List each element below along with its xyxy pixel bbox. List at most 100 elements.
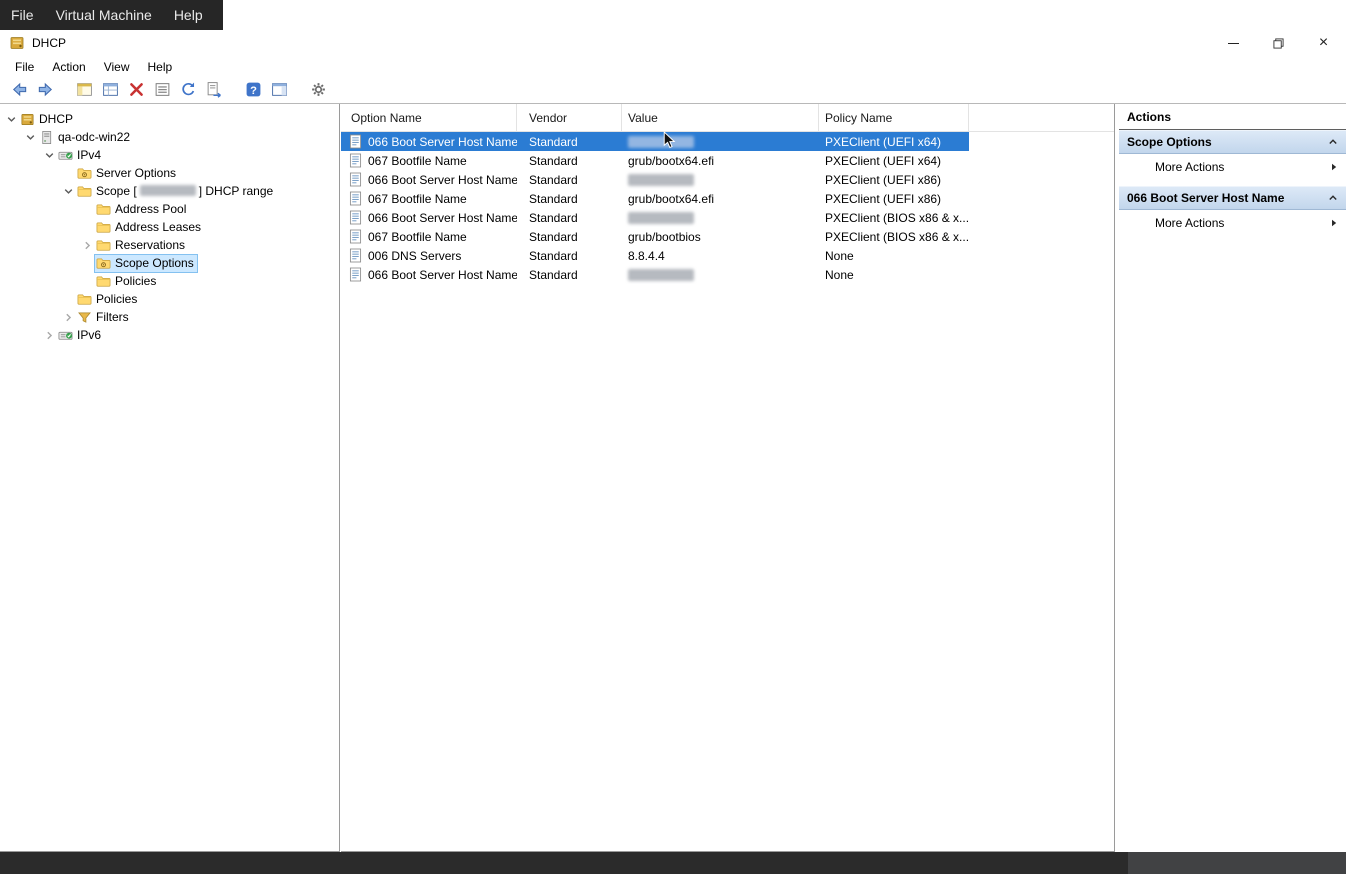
host-menu-help[interactable]: Help <box>163 0 214 30</box>
tree-item-label: Filters <box>96 310 129 324</box>
arrow-right-icon <box>1329 218 1339 228</box>
menu-help[interactable]: Help <box>139 60 182 74</box>
panes-icon <box>271 81 288 101</box>
tree-item-dhcp[interactable]: DHCP <box>0 110 339 128</box>
chevron-up-icon[interactable] <box>1328 137 1338 147</box>
policy-name-text: PXEClient (UEFI x64) <box>819 132 969 151</box>
vendor-text: Standard <box>517 151 622 170</box>
policy-name-text: None <box>819 265 969 284</box>
chevron-up-icon[interactable] <box>1328 193 1338 203</box>
option-item-icon <box>349 134 362 149</box>
value-text <box>622 265 819 284</box>
vendor-text: Standard <box>517 170 622 189</box>
action-pane-button[interactable] <box>268 80 291 102</box>
policy-name-text: PXEClient (UEFI x86) <box>819 170 969 189</box>
configure-button[interactable] <box>307 80 330 102</box>
minimize-icon <box>1228 43 1239 44</box>
column-header-value[interactable]: Value <box>622 104 819 131</box>
ipv6-icon <box>58 328 73 343</box>
menu-view[interactable]: View <box>95 60 139 74</box>
delete-button[interactable] <box>125 80 148 102</box>
action-item-label: More Actions <box>1155 160 1224 174</box>
chevron-spacer <box>82 258 93 269</box>
host-bottom-bar <box>0 852 1346 874</box>
vendor-text: Standard <box>517 265 622 284</box>
forward-button[interactable] <box>34 80 57 102</box>
chevron-right-icon[interactable] <box>82 240 93 251</box>
restore-icon <box>1273 38 1284 49</box>
chevron-down-icon[interactable] <box>25 132 36 143</box>
redacted-value <box>628 212 694 224</box>
chevron-down-icon[interactable] <box>63 186 74 197</box>
value-text: grub/bootx64.efi <box>622 189 819 208</box>
table-row[interactable]: 066 Boot Server Host NameStandard None <box>341 265 969 284</box>
window-icon <box>102 81 119 101</box>
more-actions-button[interactable]: More Actions <box>1119 154 1346 179</box>
tree-item-scope-dhcp-range[interactable]: Scope [] DHCP range <box>0 182 339 200</box>
column-header-policy-name[interactable]: Policy Name <box>819 104 969 131</box>
tree-item-filters[interactable]: Filters <box>0 308 339 326</box>
options-folder-icon <box>77 166 92 181</box>
menu-action[interactable]: Action <box>43 60 94 74</box>
tree-item-server-options[interactable]: Server Options <box>0 164 339 182</box>
table-row[interactable]: 066 Boot Server Host NameStandardPXEClie… <box>341 170 969 189</box>
more-actions-button[interactable]: More Actions <box>1119 210 1346 235</box>
tree-item-qa-odc-win22[interactable]: qa-odc-win22 <box>0 128 339 146</box>
show-console-tree-button[interactable] <box>73 80 96 102</box>
option-item-icon <box>349 172 362 187</box>
table-row[interactable]: 067 Bootfile NameStandardgrub/bootx64.ef… <box>341 151 969 170</box>
table-row[interactable]: 067 Bootfile NameStandardgrub/bootx64.ef… <box>341 189 969 208</box>
tree-item-scope-options[interactable]: Scope Options <box>0 254 339 272</box>
action-group-header-scope-options[interactable]: Scope Options <box>1119 130 1346 154</box>
folder-icon <box>77 184 92 199</box>
option-item-icon <box>349 191 362 206</box>
host-menu-virtual-machine[interactable]: Virtual Machine <box>45 0 163 30</box>
tree-item-policies[interactable]: Policies <box>0 272 339 290</box>
back-button[interactable] <box>8 80 31 102</box>
tree-item-label: qa-odc-win22 <box>58 130 130 144</box>
console-main: DHCPqa-odc-win22IPv4Server OptionsScope … <box>0 104 1346 852</box>
host-menu-file[interactable]: File <box>0 0 45 30</box>
chevron-down-icon[interactable] <box>6 114 17 125</box>
redacted-value <box>628 174 694 186</box>
properties-button[interactable] <box>151 80 174 102</box>
value-text: grub/bootx64.efi <box>622 151 819 170</box>
option-name-text: 066 Boot Server Host Name <box>368 211 517 225</box>
option-name-text: 066 Boot Server Host Name <box>368 268 517 282</box>
refresh-icon <box>180 81 197 101</box>
properties-window-button[interactable] <box>99 80 122 102</box>
gear-icon <box>310 81 327 101</box>
minimize-button[interactable] <box>1211 30 1256 56</box>
action-group-header-066-boot-server-host-name[interactable]: 066 Boot Server Host Name <box>1119 186 1346 210</box>
option-name-text: 067 Bootfile Name <box>368 230 467 244</box>
table-row[interactable]: 067 Bootfile NameStandardgrub/bootbiosPX… <box>341 227 969 246</box>
export-list-button[interactable] <box>203 80 226 102</box>
table-row[interactable]: 066 Boot Server Host NameStandardPXEClie… <box>341 208 969 227</box>
table-row[interactable]: 006 DNS ServersStandard8.8.4.4None <box>341 246 969 265</box>
menu-file[interactable]: File <box>6 60 43 74</box>
policy-name-text: None <box>819 246 969 265</box>
tree-item-policies[interactable]: Policies <box>0 290 339 308</box>
option-item-icon <box>349 229 362 244</box>
close-button[interactable]: × <box>1301 30 1346 56</box>
column-header-option-name[interactable]: Option Name <box>341 104 517 131</box>
props-icon <box>154 81 171 101</box>
tree-item-label: DHCP <box>39 112 73 126</box>
chevron-right-icon[interactable] <box>44 330 55 341</box>
help-button[interactable]: ? <box>242 80 265 102</box>
vm-host-menubar: File Virtual Machine Help <box>0 0 1346 30</box>
tree-item-address-leases[interactable]: Address Leases <box>0 218 339 236</box>
restore-button[interactable] <box>1256 30 1301 56</box>
tree-item-address-pool[interactable]: Address Pool <box>0 200 339 218</box>
table-row[interactable]: 066 Boot Server Host NameStandardPXEClie… <box>341 132 969 151</box>
chevron-down-icon[interactable] <box>44 150 55 161</box>
dhcp-app-icon <box>9 35 25 51</box>
tree-item-reservations[interactable]: Reservations <box>0 236 339 254</box>
tree-item-ipv4[interactable]: IPv4 <box>0 146 339 164</box>
tree-item-ipv6[interactable]: IPv6 <box>0 326 339 344</box>
column-header-vendor[interactable]: Vendor <box>517 104 622 131</box>
redacted-value <box>628 269 694 281</box>
action-group-title: 066 Boot Server Host Name <box>1127 191 1328 205</box>
refresh-button[interactable] <box>177 80 200 102</box>
chevron-right-icon[interactable] <box>63 312 74 323</box>
